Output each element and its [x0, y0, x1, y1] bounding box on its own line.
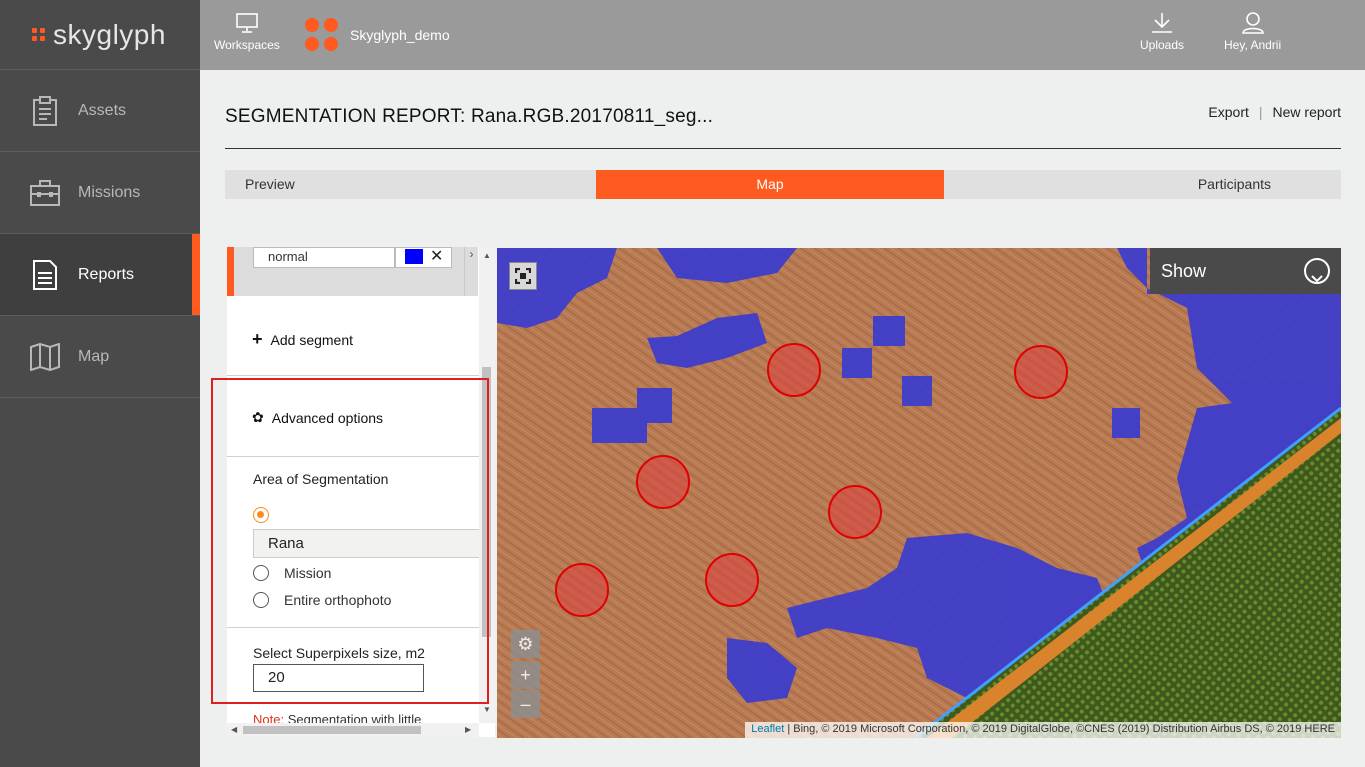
report-tabs: Preview Map Participants: [225, 170, 1341, 199]
actions-separator: |: [1258, 104, 1263, 120]
leaflet-link[interactable]: Leaflet: [751, 723, 784, 735]
advanced-options-label: Advanced options: [271, 409, 384, 426]
document-icon: [30, 259, 60, 290]
attribution-text: | Bing, © 2019 Microsoft Corporation, © …: [784, 723, 1335, 735]
zoom-out-button[interactable]: –: [511, 690, 540, 718]
chevron-down-icon[interactable]: [1304, 258, 1330, 284]
sidebar-item-label: Assets: [78, 101, 127, 119]
scroll-left-arrow-icon[interactable]: ◀: [231, 723, 237, 737]
briefcase-icon: [30, 178, 60, 208]
workspaces-label: Workspaces: [214, 38, 280, 52]
segment-active-marker: [227, 247, 234, 296]
tab-map[interactable]: Map: [596, 170, 944, 199]
area-radio-custom[interactable]: [253, 507, 269, 523]
uploads-button[interactable]: Uploads: [1140, 12, 1184, 52]
segment-row: normal ✕: [227, 247, 464, 296]
workspaces-button[interactable]: Workspaces: [214, 12, 280, 52]
scroll-up-arrow-icon[interactable]: ▲: [479, 251, 495, 260]
mission-option-label: Mission: [284, 565, 332, 581]
layers-show-panel[interactable]: Show: [1150, 248, 1341, 294]
monitor-icon: [236, 13, 258, 33]
scroll-right-arrow-icon[interactable]: ›: [464, 247, 478, 296]
sidebar-item-label: Map: [78, 347, 110, 365]
top-bar: Workspaces Skyglyph_demo Uploads Hey, An…: [200, 0, 1365, 70]
area-name-field[interactable]: Rana: [253, 529, 479, 558]
area-of-segmentation-label: Area of Segmentation: [253, 471, 389, 487]
tab-participants[interactable]: Participants: [944, 170, 1341, 199]
sidebar-item-label: Missions: [78, 183, 141, 201]
tab-preview[interactable]: Preview: [225, 170, 596, 199]
segment-name-input[interactable]: normal: [253, 247, 395, 268]
workspace-logo-icon: [305, 18, 338, 51]
title-divider: [225, 148, 1341, 149]
superpixels-size-label: Select Superpixels size, m2: [253, 645, 425, 661]
area-radio-mission[interactable]: [253, 565, 269, 581]
workspace-selector[interactable]: Skyglyph_demo: [305, 18, 450, 51]
user-greeting: Hey, Andrii: [1224, 38, 1282, 52]
add-segment-button[interactable]: + Add segment: [252, 329, 353, 350]
area-radio-entire-orthophoto[interactable]: [253, 592, 269, 608]
superpixels-size-input[interactable]: 20: [253, 664, 424, 692]
report-actions: Export | New report: [1208, 104, 1341, 120]
map-icon: [30, 342, 60, 372]
gear-icon: ✿: [252, 409, 264, 425]
sidebar-item-map[interactable]: Map: [0, 316, 200, 398]
segment-color-picker[interactable]: ✕: [395, 247, 452, 268]
download-icon: [1152, 13, 1173, 33]
panel-horizontal-scrollbar[interactable]: ◀ ▶: [227, 723, 479, 737]
sidebar-item-reports[interactable]: Reports: [0, 234, 200, 316]
uploads-label: Uploads: [1140, 38, 1185, 52]
panel-vertical-scrollbar[interactable]: ▲ ▼: [479, 247, 495, 723]
new-report-link[interactable]: New report: [1273, 104, 1341, 120]
user-icon: [1241, 12, 1264, 34]
map-view[interactable]: Show ⚙ + – Leaflet | Bing, © 2019 Micros…: [497, 248, 1341, 738]
user-menu-button[interactable]: Hey, Andrii: [1224, 12, 1281, 52]
fullscreen-icon: [515, 268, 531, 284]
segment-color-swatch[interactable]: [405, 249, 423, 264]
scroll-down-arrow-icon[interactable]: ▼: [479, 705, 495, 714]
advanced-options-toggle[interactable]: ✿ Advanced options: [252, 409, 383, 426]
add-segment-label: Add segment: [270, 331, 354, 348]
sidebar-item-missions[interactable]: Missions: [0, 152, 200, 234]
gear-icon: ⚙: [517, 634, 534, 654]
sidebar: skyglyph Assets Missions Reports Map: [0, 0, 200, 767]
fullscreen-button[interactable]: [509, 262, 537, 290]
logo-text: skyglyph: [53, 18, 166, 50]
show-label: Show: [1161, 261, 1207, 281]
divider: [227, 456, 479, 457]
logo[interactable]: skyglyph: [0, 0, 200, 70]
scrollbar-thumb[interactable]: [243, 726, 421, 734]
clipboard-icon: [30, 95, 60, 126]
page-title: SEGMENTATION REPORT: Rana.RGB.20170811_s…: [225, 106, 714, 127]
plus-icon: +: [252, 329, 263, 349]
divider: [227, 627, 479, 628]
workspace-name: Skyglyph_demo: [350, 26, 450, 43]
export-link[interactable]: Export: [1208, 104, 1248, 120]
map-attribution: Leaflet | Bing, © 2019 Microsoft Corpora…: [745, 722, 1341, 738]
sidebar-item-label: Reports: [78, 265, 135, 283]
scrollbar-thumb[interactable]: [482, 367, 491, 637]
entire-orthophoto-option-label: Entire orthophoto: [284, 592, 392, 608]
remove-segment-icon[interactable]: ✕: [430, 247, 443, 266]
sidebar-item-assets[interactable]: Assets: [0, 70, 200, 152]
zoom-in-button[interactable]: +: [511, 661, 540, 689]
segmentation-panel: normal ✕ › + Add segment ✿ Advanced opti…: [227, 247, 495, 737]
map-settings-button[interactable]: ⚙: [511, 630, 540, 658]
orthophoto-map[interactable]: [497, 248, 1341, 738]
logo-dots-icon: [32, 28, 45, 41]
divider: [227, 375, 479, 376]
scroll-right-arrow-icon[interactable]: ▶: [465, 723, 471, 737]
